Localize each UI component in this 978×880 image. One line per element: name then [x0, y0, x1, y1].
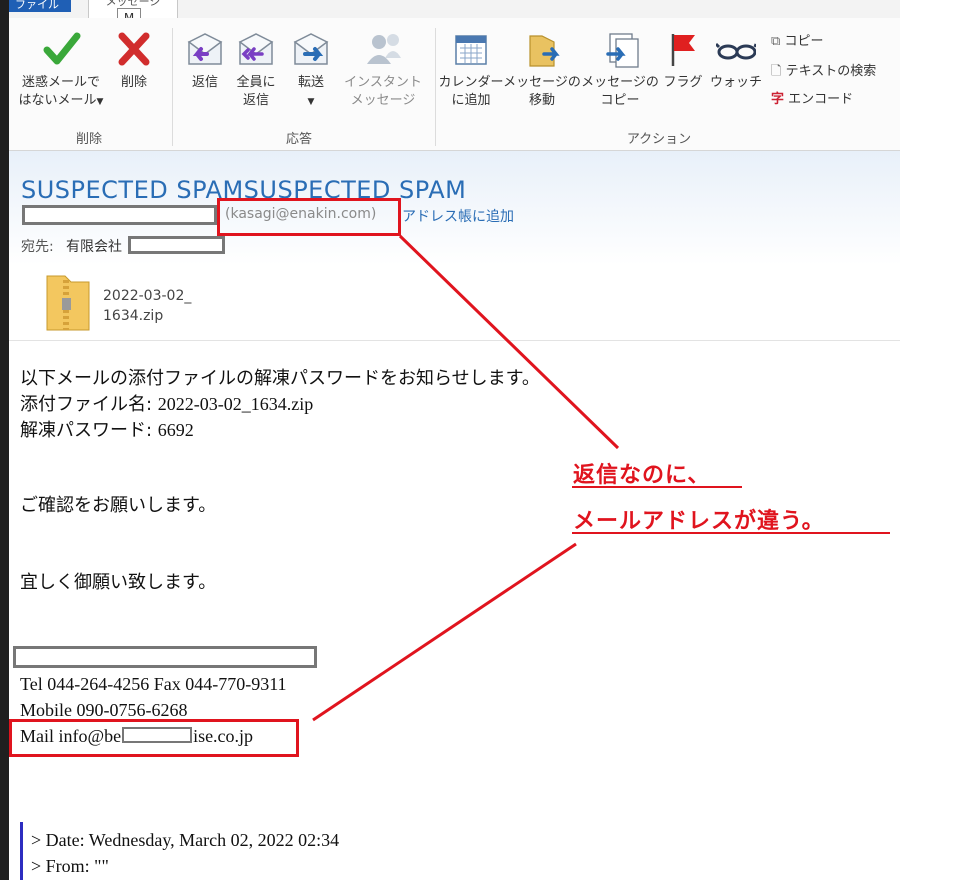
annotation-lines [312, 234, 620, 722]
annotation-text-1: 返信なのに、 [573, 463, 711, 488]
annotation-line-top [398, 234, 620, 450]
annotation-text-2: メールアドレスが違う。 [573, 509, 825, 534]
annotation-line-bottom [312, 542, 577, 722]
annotation-underline-2 [572, 532, 890, 534]
annotation-underline-1 [572, 486, 742, 488]
